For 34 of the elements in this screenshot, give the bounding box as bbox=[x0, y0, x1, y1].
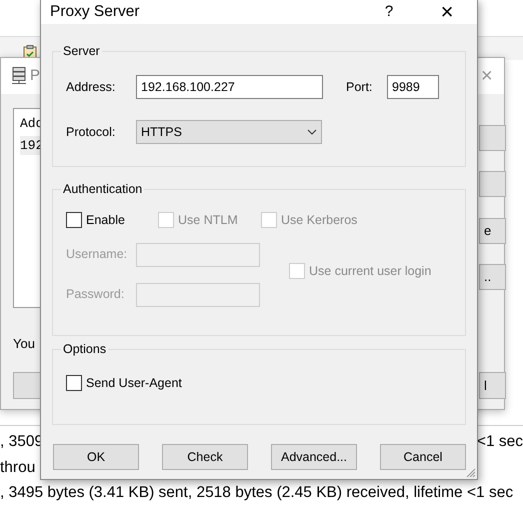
field-label: Protocol: bbox=[66, 124, 116, 141]
field-label: Password: bbox=[66, 286, 126, 304]
button[interactable] bbox=[479, 171, 506, 197]
protocol-dropdown[interactable]: HTTPS bbox=[136, 120, 322, 144]
chevron-down-icon bbox=[307, 129, 317, 135]
resize-grip-icon[interactable] bbox=[464, 466, 476, 478]
dialog-title: Proxy Server bbox=[50, 2, 140, 22]
dialog-button[interactable]: Check bbox=[162, 444, 248, 470]
address-field[interactable]: 192.168.100.227 bbox=[136, 75, 323, 99]
button[interactable]: e bbox=[479, 218, 506, 244]
button[interactable]: .. bbox=[479, 264, 506, 290]
log-text: <1 sec bbox=[476, 432, 523, 452]
dialog-button[interactable]: Advanced... bbox=[271, 444, 357, 470]
checkbox: Use Kerberos bbox=[261, 211, 358, 230]
server-icon bbox=[11, 67, 27, 85]
close-button[interactable]: × bbox=[432, 1, 462, 23]
field-label: Username: bbox=[66, 246, 128, 264]
checkbox: Use NTLM bbox=[158, 211, 261, 230]
help-button[interactable]: ? bbox=[374, 0, 404, 24]
button[interactable] bbox=[479, 125, 506, 151]
checkbox: Use current user login bbox=[289, 262, 432, 280]
log-text: , 3495 bytes (3.41 KB) sent, 2518 bytes (2.45 KB) received, lifetime <1 sec bbox=[0, 483, 514, 503]
window-title: P bbox=[30, 66, 40, 86]
dialog-button[interactable]: Cancel bbox=[380, 444, 466, 470]
hint-text: You bbox=[13, 335, 35, 353]
checkbox[interactable]: Enable bbox=[66, 211, 158, 230]
field-label: Port: bbox=[346, 78, 374, 96]
port-field[interactable]: 9989 bbox=[387, 75, 439, 99]
log-text: throu bbox=[0, 458, 36, 478]
group-title: Options bbox=[61, 341, 108, 357]
field-label: Address: bbox=[66, 78, 116, 96]
button[interactable]: l bbox=[479, 372, 506, 399]
checkbox[interactable]: Send User-Agent bbox=[66, 374, 465, 393]
dialog-button[interactable]: OK bbox=[53, 444, 139, 470]
